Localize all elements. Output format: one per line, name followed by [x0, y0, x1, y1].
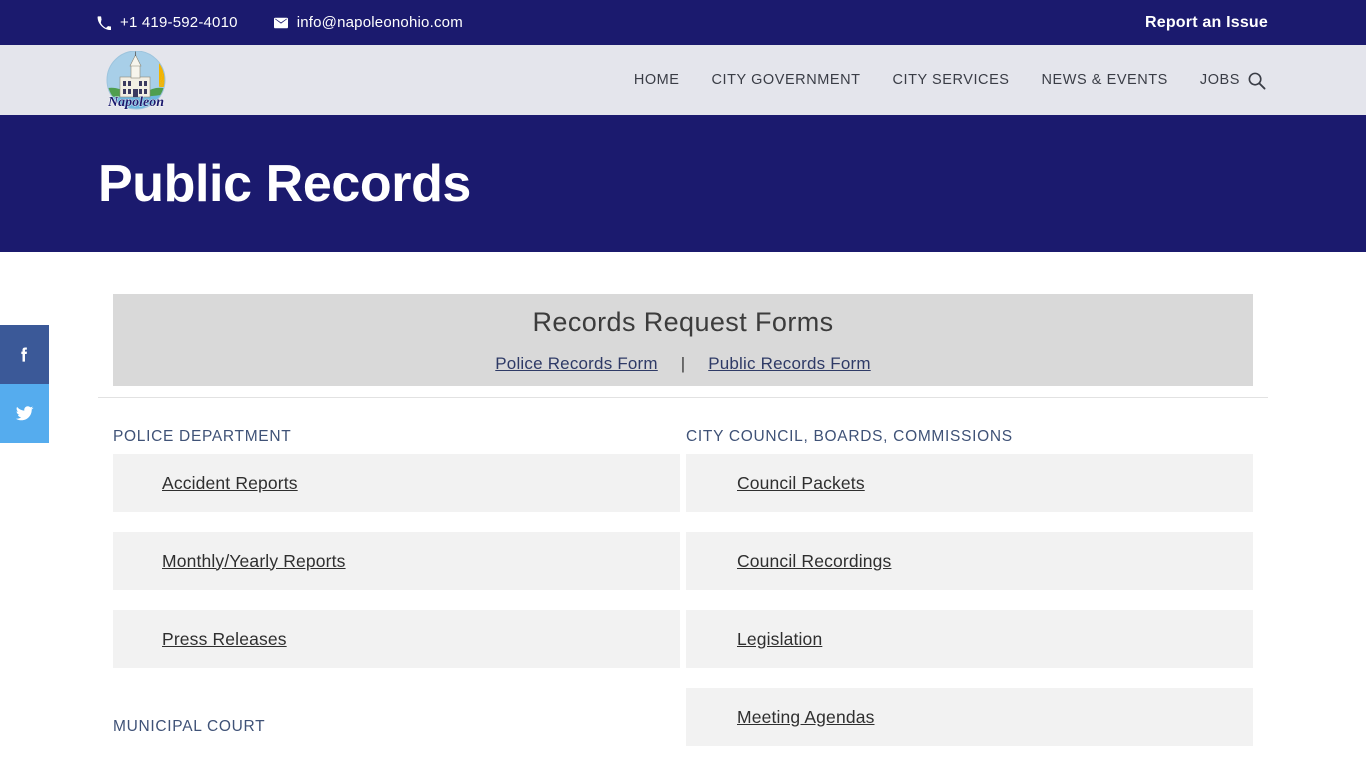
- phone-icon: [97, 15, 111, 30]
- section-municipal-court-heading: MUNICIPAL COURT: [113, 718, 266, 735]
- nav-city-services[interactable]: CITY SERVICES: [877, 72, 1026, 88]
- forms-banner-title: Records Request Forms: [532, 306, 834, 337]
- phone-link[interactable]: +1 419-592-4010: [97, 14, 238, 31]
- public-records-form-link[interactable]: Public Records Form: [708, 354, 871, 374]
- nav-home[interactable]: HOME: [618, 72, 696, 88]
- forms-banner-links: Police Records Form | Public Records For…: [495, 354, 870, 374]
- link-council-packets[interactable]: Council Packets: [737, 473, 865, 494]
- list-item[interactable]: Council Recordings: [686, 532, 1253, 590]
- list-item[interactable]: Monthly/Yearly Reports: [113, 532, 680, 590]
- site-header: Napoleon HOME CITY GOVERNMENT CITY SERVI…: [0, 45, 1366, 115]
- facebook-share-button[interactable]: [0, 325, 49, 384]
- email-address: info@napoleonohio.com: [296, 14, 463, 31]
- column-right: CITY COUNCIL, BOARDS, COMMISSIONS Counci…: [686, 398, 1259, 766]
- link-monthly-yearly-reports[interactable]: Monthly/Yearly Reports: [162, 551, 346, 572]
- napoleon-city-seal-icon: Napoleon: [106, 51, 166, 110]
- list-item[interactable]: Accident Reports: [113, 454, 680, 512]
- search-icon: [1248, 72, 1265, 89]
- records-columns: POLICE DEPARTMENT Accident Reports Month…: [0, 398, 1366, 766]
- main-content: Records Request Forms Police Records For…: [0, 294, 1366, 766]
- link-accident-reports[interactable]: Accident Reports: [162, 473, 298, 494]
- section-city-council-boards-commissions-heading: CITY COUNCIL, BOARDS, COMMISSIONS: [686, 428, 1013, 445]
- link-legislation[interactable]: Legislation: [737, 629, 822, 650]
- link-meeting-agendas[interactable]: Meeting Agendas: [737, 707, 875, 728]
- report-an-issue-link[interactable]: Report an Issue: [1145, 14, 1268, 32]
- forms-links-separator: |: [680, 353, 686, 373]
- nav-news-events[interactable]: NEWS & EVENTS: [1026, 72, 1184, 88]
- top-utility-bar: +1 419-592-4010 info@napoleonohio.com Re…: [0, 0, 1366, 45]
- column-left: POLICE DEPARTMENT Accident Reports Month…: [113, 398, 686, 766]
- records-request-forms-banner: Records Request Forms Police Records For…: [113, 294, 1253, 386]
- mail-icon: [273, 16, 288, 30]
- twitter-share-button[interactable]: [0, 384, 49, 443]
- phone-number: +1 419-592-4010: [120, 14, 238, 31]
- main-navigation: HOME CITY GOVERNMENT CITY SERVICES NEWS …: [618, 72, 1256, 88]
- page-hero: Public Records: [0, 115, 1366, 252]
- email-link[interactable]: info@napoleonohio.com: [273, 14, 463, 31]
- list-item[interactable]: Legislation: [686, 610, 1253, 668]
- section-police-department-heading: POLICE DEPARTMENT: [113, 428, 292, 445]
- facebook-icon: [21, 347, 27, 362]
- search-button[interactable]: [1244, 68, 1268, 92]
- list-item[interactable]: Press Releases: [113, 610, 680, 668]
- list-item[interactable]: Council Packets: [686, 454, 1253, 512]
- svg-text:Napoleon: Napoleon: [107, 95, 164, 110]
- page-title: Public Records: [98, 154, 471, 213]
- police-records-form-link[interactable]: Police Records Form: [495, 354, 658, 374]
- site-logo[interactable]: Napoleon: [97, 51, 175, 113]
- top-contact-group: +1 419-592-4010 info@napoleonohio.com: [97, 14, 463, 31]
- social-share-rail: [0, 325, 49, 443]
- twitter-icon: [15, 406, 34, 421]
- nav-city-government[interactable]: CITY GOVERNMENT: [696, 72, 877, 88]
- list-item[interactable]: Meeting Agendas: [686, 688, 1253, 746]
- link-press-releases[interactable]: Press Releases: [162, 629, 287, 650]
- link-council-recordings[interactable]: Council Recordings: [737, 551, 891, 572]
